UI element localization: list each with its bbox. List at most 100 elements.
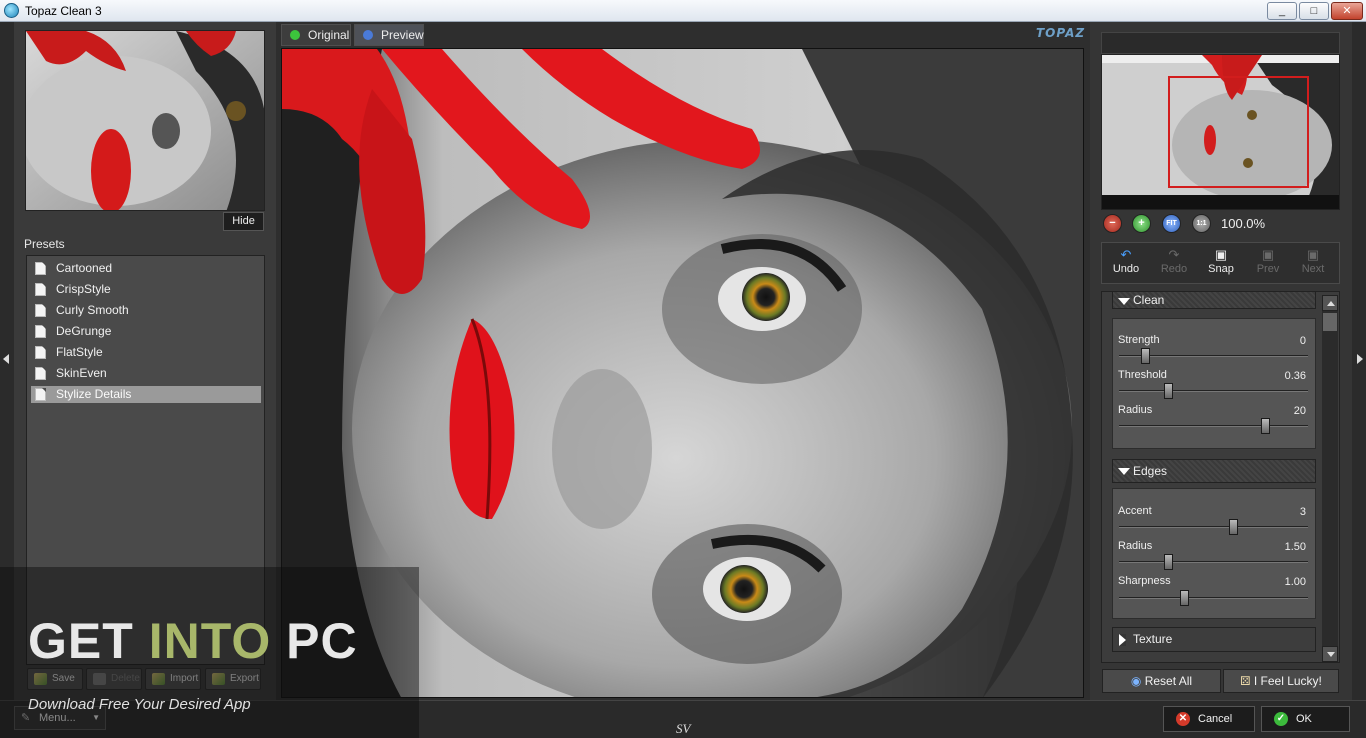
edit-toolbar: ↶ Undo ↷ Redo ▣ Snap ▣ Prev ▣ Next — [1101, 242, 1340, 284]
tab-preview-label: Preview — [381, 28, 424, 42]
slider-value: 0.36 — [1284, 370, 1306, 382]
zoom-in-icon[interactable]: + — [1132, 214, 1151, 233]
dice-icon: ⚄ — [1240, 674, 1254, 688]
slider-handle[interactable] — [1229, 519, 1238, 535]
slider-handle[interactable] — [1180, 590, 1189, 606]
slider-handle[interactable] — [1261, 418, 1270, 434]
slider-value: 1.00 — [1284, 576, 1306, 588]
undo-button[interactable]: ↶ Undo — [1106, 247, 1146, 275]
tab-original[interactable]: Original — [281, 24, 351, 46]
preset-label: SkinEven — [56, 366, 107, 380]
edges-radius-slider[interactable] — [1119, 554, 1308, 570]
document-icon — [35, 388, 46, 401]
undo-icon: ↶ — [1120, 247, 1132, 262]
preset-item[interactable]: SkinEven — [31, 365, 261, 382]
close-button[interactable]: ✕ — [1331, 2, 1363, 20]
radius-slider[interactable] — [1119, 418, 1308, 434]
original-thumbnail — [25, 30, 265, 211]
slider-handle[interactable] — [1164, 554, 1173, 570]
next-icon: ▣ — [1306, 247, 1320, 262]
watermark-title: GET INTO PC — [28, 612, 358, 670]
slider-handle[interactable] — [1141, 348, 1150, 364]
accent-slider[interactable] — [1119, 519, 1308, 535]
hide-thumbnail-button[interactable]: Hide — [223, 212, 264, 231]
redo-icon: ↷ — [1168, 247, 1180, 262]
camera-icon: ▣ — [1214, 247, 1228, 262]
sharpness-slider[interactable] — [1119, 590, 1308, 606]
slider-label: Threshold — [1118, 369, 1167, 381]
blue-dot-icon — [363, 30, 373, 40]
document-icon — [35, 283, 46, 296]
reset-all-label: Reset All — [1144, 674, 1193, 688]
preset-item[interactable]: FlatStyle — [31, 344, 261, 361]
tab-preview[interactable]: Preview — [354, 24, 424, 46]
section-edges-header[interactable]: Edges — [1112, 459, 1316, 483]
snap-button[interactable]: ▣ Snap — [1201, 247, 1241, 275]
prev-button[interactable]: ▣ Prev — [1248, 248, 1288, 275]
preset-label: Cartooned — [56, 261, 113, 275]
section-texture-header[interactable]: Texture — [1112, 627, 1316, 652]
maximize-button[interactable]: □ — [1299, 2, 1329, 20]
watermark-title-part: GET — [28, 613, 149, 669]
navigator-thumbnail[interactable] — [1101, 54, 1340, 210]
expand-right-icon — [1119, 634, 1126, 646]
slider-label: Radius — [1118, 404, 1153, 416]
snap-label: Snap — [1208, 263, 1234, 275]
zoom-level: 100.0% — [1221, 216, 1266, 231]
slider-label: Accent — [1118, 505, 1152, 517]
zoom-actual-icon[interactable]: 1:1 — [1192, 214, 1211, 233]
strength-slider[interactable] — [1119, 348, 1308, 364]
preset-item-selected[interactable]: Stylize Details — [31, 386, 261, 403]
preset-label: FlatStyle — [56, 345, 103, 359]
feel-lucky-button[interactable]: ⚄ I Feel Lucky! — [1223, 669, 1339, 693]
zoom-out-icon[interactable]: − — [1103, 214, 1122, 233]
minimize-button[interactable]: _ — [1267, 2, 1297, 20]
watermark-title-part: PC — [271, 613, 358, 669]
document-icon — [35, 325, 46, 338]
settings-scrollbar[interactable] — [1322, 295, 1338, 662]
right-collapse-edge[interactable] — [1352, 22, 1366, 700]
scroll-down-icon[interactable] — [1322, 646, 1338, 662]
slider-handle[interactable] — [1164, 383, 1173, 399]
slider-value: 0 — [1299, 335, 1306, 347]
next-button[interactable]: ▣ Next — [1293, 247, 1333, 275]
document-icon — [35, 367, 46, 380]
preset-label: Curly Smooth — [56, 303, 129, 317]
collapse-down-icon — [1118, 298, 1130, 305]
thumbnail-image — [26, 31, 264, 210]
preset-label: CrispStyle — [56, 282, 111, 296]
preset-label: DeGrunge — [56, 324, 112, 338]
reset-all-button[interactable]: ◉ Reset All — [1102, 669, 1221, 693]
ok-button[interactable]: ✓ OK — [1261, 706, 1350, 732]
watermark-subtitle: Download Free Your Desired App — [28, 696, 251, 713]
cancel-button[interactable]: ✕ Cancel — [1163, 706, 1255, 732]
preset-item[interactable]: Curly Smooth — [31, 302, 261, 319]
document-icon — [35, 304, 46, 317]
threshold-slider[interactable] — [1119, 383, 1308, 399]
cancel-icon: ✕ — [1176, 712, 1190, 726]
arrow-left-icon — [3, 354, 9, 364]
slider-label: Strength — [1118, 334, 1160, 346]
zoom-fit-icon[interactable]: FIT — [1162, 214, 1181, 233]
redo-button[interactable]: ↷ Redo — [1154, 247, 1194, 275]
window-title: Topaz Clean 3 — [25, 4, 102, 18]
app-window: Topaz Clean 3 _ □ ✕ Hide Presets Cartoon… — [0, 0, 1366, 738]
section-clean-header[interactable]: Clean — [1112, 291, 1316, 309]
slider-value: 1.50 — [1284, 541, 1306, 553]
arrow-right-icon — [1357, 354, 1363, 364]
navigator-view-frame[interactable] — [1168, 76, 1309, 188]
section-texture-label: Texture — [1133, 632, 1173, 646]
preset-item[interactable]: Cartooned — [31, 260, 261, 277]
section-clean-label: Clean — [1133, 293, 1165, 307]
prev-label: Prev — [1256, 263, 1280, 275]
ok-label: OK — [1296, 713, 1312, 725]
preset-item[interactable]: CrispStyle — [31, 281, 261, 298]
slider-label: Sharpness — [1118, 575, 1171, 587]
app-icon — [4, 3, 19, 18]
scroll-thumb[interactable] — [1323, 313, 1337, 331]
slider-label: Radius — [1118, 540, 1153, 552]
check-icon: ✓ — [1274, 712, 1288, 726]
preset-item[interactable]: DeGrunge — [31, 323, 261, 340]
slider-value: 20 — [1293, 405, 1306, 417]
scroll-up-icon[interactable] — [1322, 295, 1338, 311]
